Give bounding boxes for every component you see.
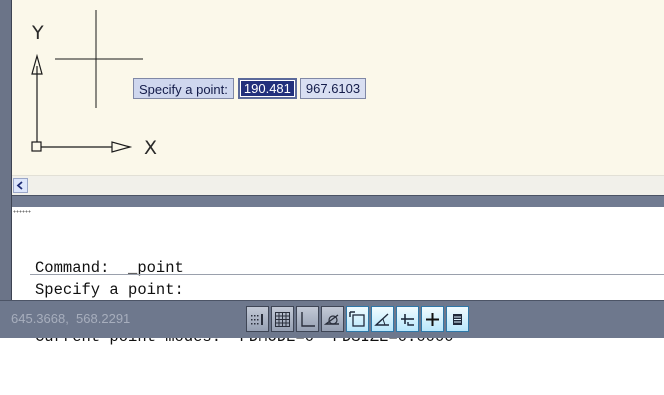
ucs-y-label: Y	[32, 22, 44, 44]
y-coordinate-input[interactable]: 967.6103	[299, 78, 367, 99]
ortho-toggle-button[interactable]	[296, 306, 319, 332]
autocad-window: Y X Specify a point: 190.481 967.6103 Co…	[0, 0, 664, 346]
grid-icon	[275, 311, 290, 327]
osnap-icon	[349, 310, 365, 327]
x-coordinate-value: 190.481	[240, 81, 294, 96]
drafting-settings-toggles	[246, 306, 469, 332]
otrack-toggle-button[interactable]	[371, 306, 394, 332]
lineweight-toggle-button[interactable]	[446, 306, 469, 332]
drawing-area[interactable]: Y X Specify a point: 190.481 967.6103	[12, 0, 664, 175]
dyn-toggle-button[interactable]	[421, 306, 444, 332]
scroll-left-button[interactable]	[13, 178, 28, 193]
command-history-line: Command: _point	[35, 259, 184, 277]
osnap-toggle-button[interactable]	[346, 306, 369, 332]
ucs-x-label: X	[144, 137, 158, 159]
grid-toggle-button[interactable]	[271, 306, 294, 332]
crosshair-cursor-icon	[55, 10, 143, 108]
grip-icon[interactable]	[13, 210, 31, 213]
command-window[interactable]: Command: _point Current point modes: PDM…	[12, 207, 664, 346]
ducs-icon	[401, 313, 414, 326]
status-bar: 645.3668, 568.2291	[0, 300, 664, 338]
dynamic-input-tooltip: Specify a point: 190.481 967.6103	[133, 78, 367, 99]
horizontal-scrollbar[interactable]	[12, 175, 664, 195]
polar-toggle-button[interactable]	[321, 306, 344, 332]
ucs-icon	[31, 53, 133, 153]
lineweight-icon	[453, 313, 462, 325]
ducs-toggle-button[interactable]	[396, 306, 419, 332]
window-left-frame	[0, 0, 12, 337]
polar-icon	[324, 313, 339, 325]
dyn-icon	[426, 312, 439, 326]
snap-icon	[251, 313, 263, 325]
command-separator	[30, 274, 664, 275]
x-coordinate-input[interactable]: 190.481	[237, 78, 297, 99]
command-input[interactable]: Specify a point:	[35, 279, 655, 301]
coordinate-readout[interactable]: 645.3668, 568.2291	[11, 311, 130, 326]
chevron-left-icon	[16, 181, 23, 190]
otrack-icon	[374, 312, 389, 326]
ortho-icon	[301, 311, 315, 327]
dynamic-input-prompt: Specify a point:	[133, 78, 234, 99]
snap-toggle-button[interactable]	[246, 306, 269, 332]
